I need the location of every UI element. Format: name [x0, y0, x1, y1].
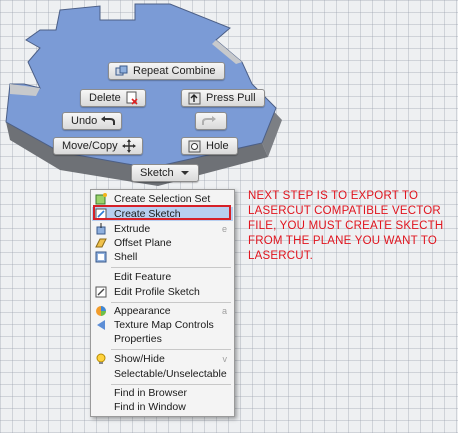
undo-label: Undo [71, 115, 98, 127]
press-pull-button[interactable]: Press Pull [181, 89, 265, 107]
menu-item-selectable-unselectable[interactable]: Selectable/Unselectable [92, 367, 233, 381]
undo-button[interactable]: Undo [62, 112, 123, 130]
highlight-box [93, 205, 231, 220]
move-copy-button[interactable]: Move/Copy [53, 137, 143, 155]
press-pull-label: Press Pull [206, 92, 256, 104]
menu-item-label: Find in Browser [114, 387, 187, 399]
menu-item-label: Create Selection Set [114, 193, 211, 205]
menu-icon-spacer [92, 332, 110, 346]
menu-item-shell[interactable]: Shell [92, 250, 233, 264]
shortcut-key: v [222, 354, 228, 364]
delete-icon [124, 91, 140, 105]
offset-plane-icon [92, 236, 110, 250]
texture-map-icon [92, 318, 110, 332]
menu-item-create-selection-set[interactable]: Create Selection Set [92, 192, 233, 206]
shell-icon [92, 250, 110, 264]
redo-button[interactable] [195, 112, 227, 130]
menu-item-label: Properties [114, 333, 162, 345]
delete-label: Delete [89, 92, 121, 104]
hole-label: Hole [206, 140, 229, 152]
menu-item-label: Texture Map Controls [114, 319, 214, 331]
shortcut-key: e [221, 224, 227, 234]
appearance-icon [92, 304, 110, 318]
menu-item-label: Appearance [114, 305, 171, 317]
lightbulb-icon [92, 352, 110, 366]
sketch-label: Sketch [140, 167, 174, 179]
menu-item-show-hide[interactable]: Show/Hide v [92, 352, 233, 366]
menu-item-find-in-browser[interactable]: Find in Browser [92, 386, 233, 400]
repeat-combine-label: Repeat Combine [133, 65, 216, 77]
menu-item-label: Edit Feature [114, 271, 172, 283]
redo-icon [201, 114, 217, 128]
menu-icon-spacer [92, 386, 110, 400]
menu-item-label: Offset Plane [114, 237, 172, 249]
edit-profile-sketch-icon [92, 285, 110, 299]
undo-icon [100, 114, 116, 128]
menu-separator [111, 302, 231, 303]
menu-item-label: Show/Hide [114, 353, 165, 365]
menu-item-offset-plane[interactable]: Offset Plane [92, 236, 233, 250]
menu-item-label: Extrude [114, 223, 151, 235]
menu-icon-spacer [92, 270, 110, 284]
move-copy-label: Move/Copy [62, 140, 118, 152]
menu-separator [111, 349, 231, 350]
press-pull-icon [187, 91, 203, 105]
menu-separator [111, 267, 231, 268]
selection-set-icon [92, 192, 110, 206]
annotation-note: NEXT STEP IS TO EXPORT TO LASERCUT COMPA… [248, 190, 444, 262]
menu-separator [111, 384, 231, 385]
menu-item-find-in-window[interactable]: Find in Window [92, 400, 233, 414]
menu-item-label: Selectable/Unselectable [114, 368, 227, 380]
menu-item-label: Edit Profile Sketch [114, 286, 200, 298]
sketch-dropdown-button[interactable]: Sketch [131, 164, 199, 182]
menu-item-label: Find in Window [114, 401, 186, 413]
menu-item-extrude[interactable]: Extrude e [92, 222, 233, 236]
delete-button[interactable]: Delete [80, 89, 146, 107]
hole-button[interactable]: Hole [181, 137, 238, 155]
menu-item-texture-map-controls[interactable]: Texture Map Controls [92, 318, 233, 332]
hole-icon [187, 139, 203, 153]
menu-item-label: Shell [114, 251, 138, 263]
extrude-icon [92, 222, 110, 236]
chevron-down-icon [177, 166, 193, 180]
menu-item-edit-profile-sketch[interactable]: Edit Profile Sketch [92, 285, 233, 299]
context-menu: Create Selection Set Create Sketch Extru… [90, 189, 235, 417]
menu-item-edit-feature[interactable]: Edit Feature [92, 270, 233, 284]
repeat-combine-button[interactable]: Repeat Combine [108, 62, 225, 80]
menu-item-appearance[interactable]: Appearance a [92, 304, 233, 318]
shortcut-key: a [221, 306, 227, 316]
move-icon [121, 139, 137, 153]
menu-icon-spacer [92, 367, 110, 381]
menu-icon-spacer [92, 400, 110, 414]
menu-item-properties[interactable]: Properties [92, 332, 233, 346]
combine-icon [114, 64, 130, 78]
